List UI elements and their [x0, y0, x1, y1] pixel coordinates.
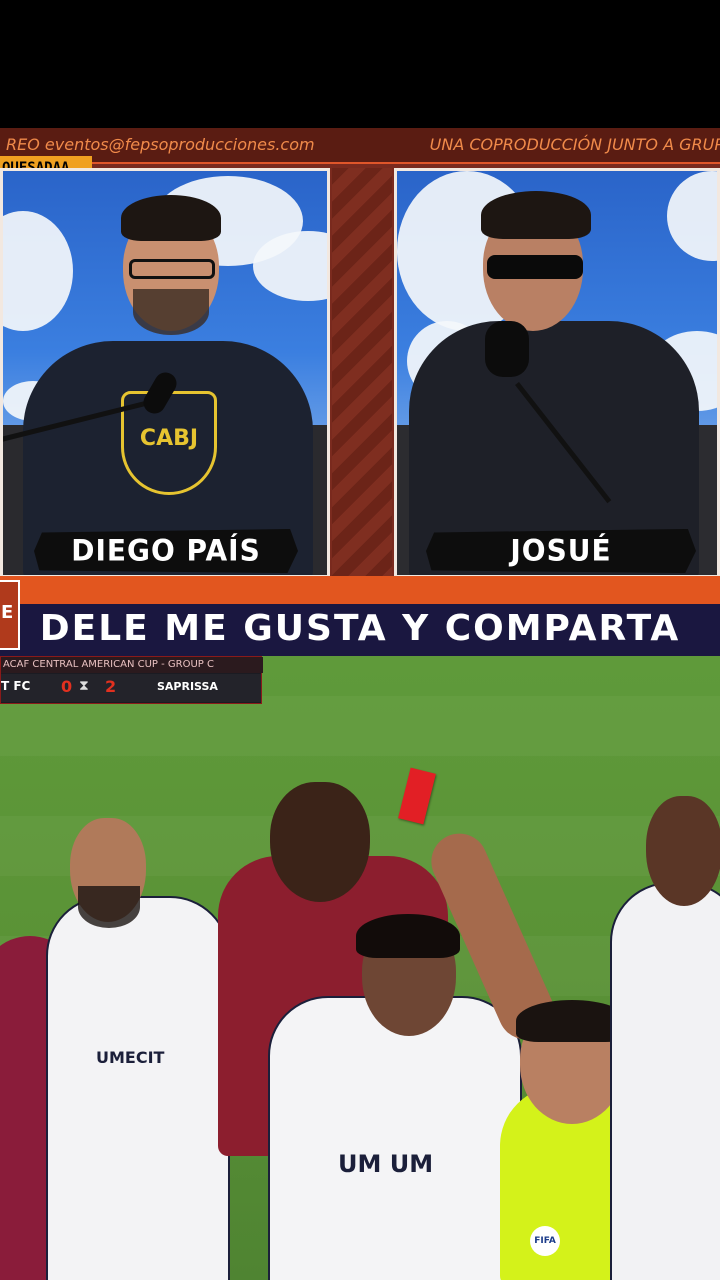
team-b-score: 2: [105, 677, 117, 696]
top-ticker: REO eventos@fepsoproducciones.com UNA CO…: [0, 128, 720, 164]
top-letterbox: [0, 0, 720, 128]
cta-text: DELE ME GUSTA Y COMPARTA: [39, 608, 681, 649]
ticker-right-text: UNA COPRODUCCIÓN JUNTO A GRUP: [429, 135, 720, 154]
host-panel-right: [394, 168, 720, 578]
jersey-sponsor-1: UMECIT: [96, 1048, 165, 1067]
scorebug: ACAF CENTRAL AMERICAN CUP - GROUP C T FC…: [0, 656, 263, 704]
host-diego: CABJ: [3, 171, 327, 575]
host-name-left: DIEGO PAÍS: [34, 528, 298, 574]
host-panel-left: CABJ: [0, 168, 330, 578]
host-josue: [397, 171, 717, 575]
team-b-name: SAPRISSA: [157, 680, 218, 693]
panel-divider: [332, 168, 392, 578]
player-white-center: [268, 996, 522, 1280]
ticker-left-text: REO eventos@fepsoproducciones.com: [6, 135, 315, 154]
glasses-icon: [129, 259, 215, 279]
sunglasses-icon: [487, 255, 583, 279]
player-white-right: [610, 882, 720, 1280]
match-footage: ACAF CENTRAL AMERICAN CUP - GROUP C T FC…: [0, 656, 720, 1280]
trophy-icon: ⧗: [79, 678, 89, 694]
podcast-frame: REO eventos@fepsoproducciones.com UNA CO…: [0, 128, 720, 656]
team-a-score: 0: [61, 677, 73, 696]
competition-label: ACAF CENTRAL AMERICAN CUP - GROUP C: [1, 657, 263, 673]
cta-side-box-text: E: [1, 602, 14, 623]
score-row: T FC 0 ⧗ 2 SAPRISSA: [1, 674, 261, 702]
jersey-sponsor-2: UM UM: [338, 1150, 434, 1178]
host-name-right: JOSUÉ QUESADA: [426, 528, 696, 574]
team-a-name: T FC: [1, 679, 31, 693]
fifa-badge: FIFA: [530, 1226, 560, 1256]
player-white-bald: [46, 896, 230, 1280]
